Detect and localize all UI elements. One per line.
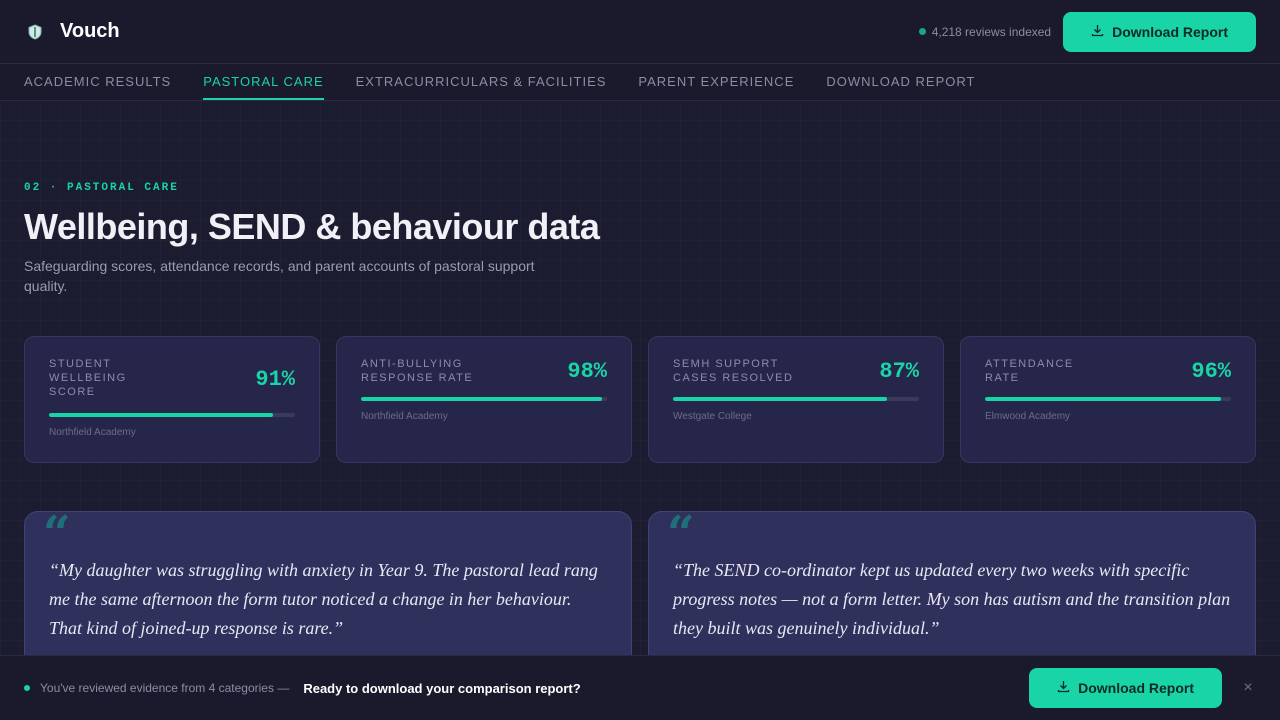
top-header: Vouch 4,218 reviews indexed Download Rep… [0, 0, 1280, 64]
page-subtitle: Safeguarding scores, attendance records,… [24, 258, 535, 294]
quote-text: “My daughter was struggling with anxiety… [49, 560, 598, 638]
bottom-download-report-button[interactable]: Download Report [1029, 668, 1222, 708]
stat-card-semh: SEMH SUPPORT CASES RESOLVED 87% Westgate… [648, 336, 944, 463]
section-eyebrow: 02 · PASTORAL CARE [24, 182, 179, 194]
stat-school: Westgate College [673, 411, 752, 422]
tab-download-report[interactable]: DOWNLOAD REPORT [826, 64, 975, 100]
brand[interactable]: Vouch [24, 20, 120, 43]
tab-label: PARENT EXPERIENCE [638, 73, 795, 89]
tab-pastoral-care[interactable]: PASTORAL CARE [203, 64, 324, 100]
download-prompt-text: Ready to download your comparison report… [303, 680, 581, 696]
stat-label-text: ATTENDANCE RATE [985, 358, 1074, 384]
status-dot-icon [24, 685, 30, 691]
header-download-report-label: Download Report [1112, 23, 1228, 40]
close-icon[interactable]: × [1240, 679, 1256, 697]
progress-fill [985, 397, 1222, 401]
quote-mark-icon: “ [43, 506, 71, 562]
progress-track [985, 397, 1231, 401]
stat-label-text: ANTI-BULLYING RESPONSE RATE [361, 358, 474, 384]
header-actions: 4,218 reviews indexed Download Report [918, 11, 1256, 52]
download-icon [1091, 24, 1104, 40]
quote-mark-icon: “ [667, 506, 695, 562]
section-nav: ACADEMIC RESULTS PASTORAL CARE EXTRACURR… [0, 64, 1280, 101]
stat-value: 87% [879, 359, 919, 384]
stat-value: 98% [567, 359, 607, 384]
progress-fill [673, 397, 888, 401]
tab-label: PASTORAL CARE [203, 73, 324, 89]
progress-track [361, 397, 607, 401]
header-download-report-button[interactable]: Download Report [1063, 11, 1256, 52]
stat-card-attendance: ATTENDANCE RATE 96% Elmwood Academy [960, 336, 1256, 463]
progress-track [673, 397, 919, 401]
download-prompt-actions: Download Report × [1029, 668, 1256, 708]
shield-logo-icon [24, 21, 46, 43]
stat-value: 91% [255, 367, 295, 392]
tab-parent-experience[interactable]: PARENT EXPERIENCE [638, 64, 794, 100]
brand-name: Vouch [60, 20, 120, 42]
reviews-indexed-status: 4,218 reviews indexed [918, 24, 1052, 39]
tab-academic-results[interactable]: ACADEMIC RESULTS [24, 64, 171, 100]
page-title: Wellbeing, SEND & behaviour data [24, 206, 600, 247]
stat-school: Elmwood Academy [985, 411, 1071, 422]
stat-label: SEMH SUPPORT CASES RESOLVED [673, 357, 803, 385]
stat-school: Northfield Academy [361, 411, 448, 422]
stat-cards: STUDENT WELLBEING SCORE 91% Northfield A… [24, 336, 1256, 463]
tab-label: DOWNLOAD REPORT [826, 73, 976, 89]
progress-track [49, 413, 295, 417]
stat-card-wellbeing: STUDENT WELLBEING SCORE 91% Northfield A… [24, 336, 320, 463]
stat-label: ATTENDANCE RATE [985, 357, 1085, 385]
progress-fill [49, 413, 273, 417]
stat-card-anti-bullying: ANTI-BULLYING RESPONSE RATE 98% Northfie… [336, 336, 632, 463]
stat-label: STUDENT WELLBEING SCORE [49, 358, 127, 398]
status-dot-icon [918, 28, 926, 35]
categories-reviewed-text: You've reviewed evidence from 4 categori… [40, 681, 290, 695]
tab-extracurriculars-facilities[interactable]: EXTRACURRICULARS & FACILITIES [356, 64, 607, 100]
stat-value: 96% [1191, 359, 1231, 384]
download-icon [1057, 680, 1070, 696]
progress-fill [361, 397, 603, 401]
bottom-download-report-label: Download Report [1078, 680, 1194, 696]
stat-school: Northfield Academy [49, 427, 136, 438]
stat-label-text: SEMH SUPPORT CASES RESOLVED [673, 358, 794, 384]
stat-label: ANTI-BULLYING RESPONSE RATE [361, 357, 491, 385]
tab-label: EXTRACURRICULARS & FACILITIES [355, 73, 607, 89]
quote-text: “The SEND co-ordinator kept us updated e… [673, 560, 1231, 638]
tab-label: ACADEMIC RESULTS [24, 73, 172, 89]
reviews-indexed-text: 4,218 reviews indexed [931, 24, 1052, 39]
download-prompt-message: You've reviewed evidence from 4 categori… [24, 681, 581, 696]
download-prompt-bar: You've reviewed evidence from 4 categori… [0, 655, 1280, 720]
